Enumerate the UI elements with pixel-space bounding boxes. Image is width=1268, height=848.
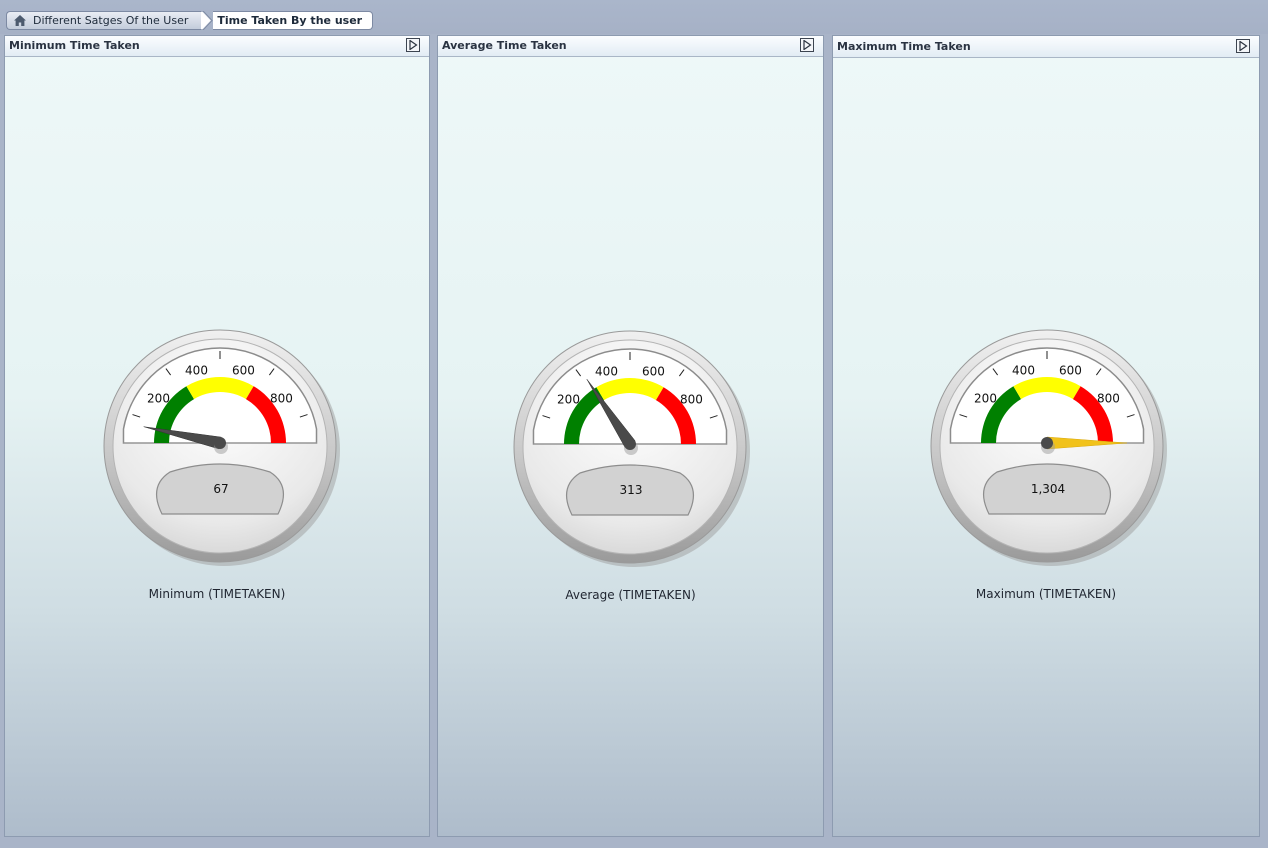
gauge-tick-label: 400	[1012, 364, 1035, 378]
gauge-tick-label: 800	[680, 392, 703, 406]
breadcrumb-current-label: Time Taken By the user	[217, 14, 363, 27]
gauge-maximum: 200 400 600 800 1,304	[930, 329, 1167, 566]
gauge-hub	[1041, 437, 1053, 449]
gauge-tick-label: 600	[642, 365, 665, 379]
gauge-hub	[214, 437, 226, 449]
gauge-hub	[624, 438, 636, 450]
panel-minimum-time: Minimum Time Taken 200 400 600 800 67 Minimu…	[4, 35, 430, 837]
gauge-tick-label: 200	[974, 391, 997, 405]
gauge-minimum: 200 400 600 800 67	[103, 329, 340, 566]
gauge-tick-label: 200	[147, 391, 170, 405]
home-icon	[13, 14, 27, 27]
breadcrumb-home-link[interactable]: Different Satges Of the User	[6, 11, 203, 30]
breadcrumb-separator	[201, 11, 214, 30]
top-toolbar: Different Satges Of the User Time Taken …	[0, 0, 1268, 34]
gauge-tick-label: 800	[1097, 391, 1120, 405]
gauge-caption: Minimum (TIMETAKEN)	[148, 587, 286, 601]
gauge-value-text: 313	[620, 483, 643, 497]
panel-maximum-time: Maximum Time Taken 200 400 600 800 1,304 Max…	[832, 35, 1260, 837]
gauge-tick-label: 400	[185, 364, 208, 378]
panel-average-time: Average Time Taken 200 400 600 800 313 Avera…	[437, 35, 824, 837]
gauge-tick-label: 800	[270, 391, 293, 405]
gauge-value-text: 1,304	[1031, 482, 1065, 496]
gauge-tick-label: 200	[557, 392, 580, 406]
gauge-caption: Average (TIMETAKEN)	[565, 588, 696, 602]
gauge-tick-label: 600	[232, 364, 255, 378]
gauge-value-text: 67	[213, 482, 228, 496]
breadcrumb-home-label: Different Satges Of the User	[33, 14, 189, 27]
gauge-caption: Maximum (TIMETAKEN)	[975, 587, 1117, 601]
breadcrumb-current[interactable]: Time Taken By the user	[213, 11, 374, 30]
gauge-tick-label: 400	[595, 365, 618, 379]
gauge-tick-label: 600	[1059, 364, 1082, 378]
breadcrumb: Different Satges Of the User Time Taken …	[6, 11, 374, 30]
gauge-average: 200 400 600 800 313	[513, 330, 750, 567]
